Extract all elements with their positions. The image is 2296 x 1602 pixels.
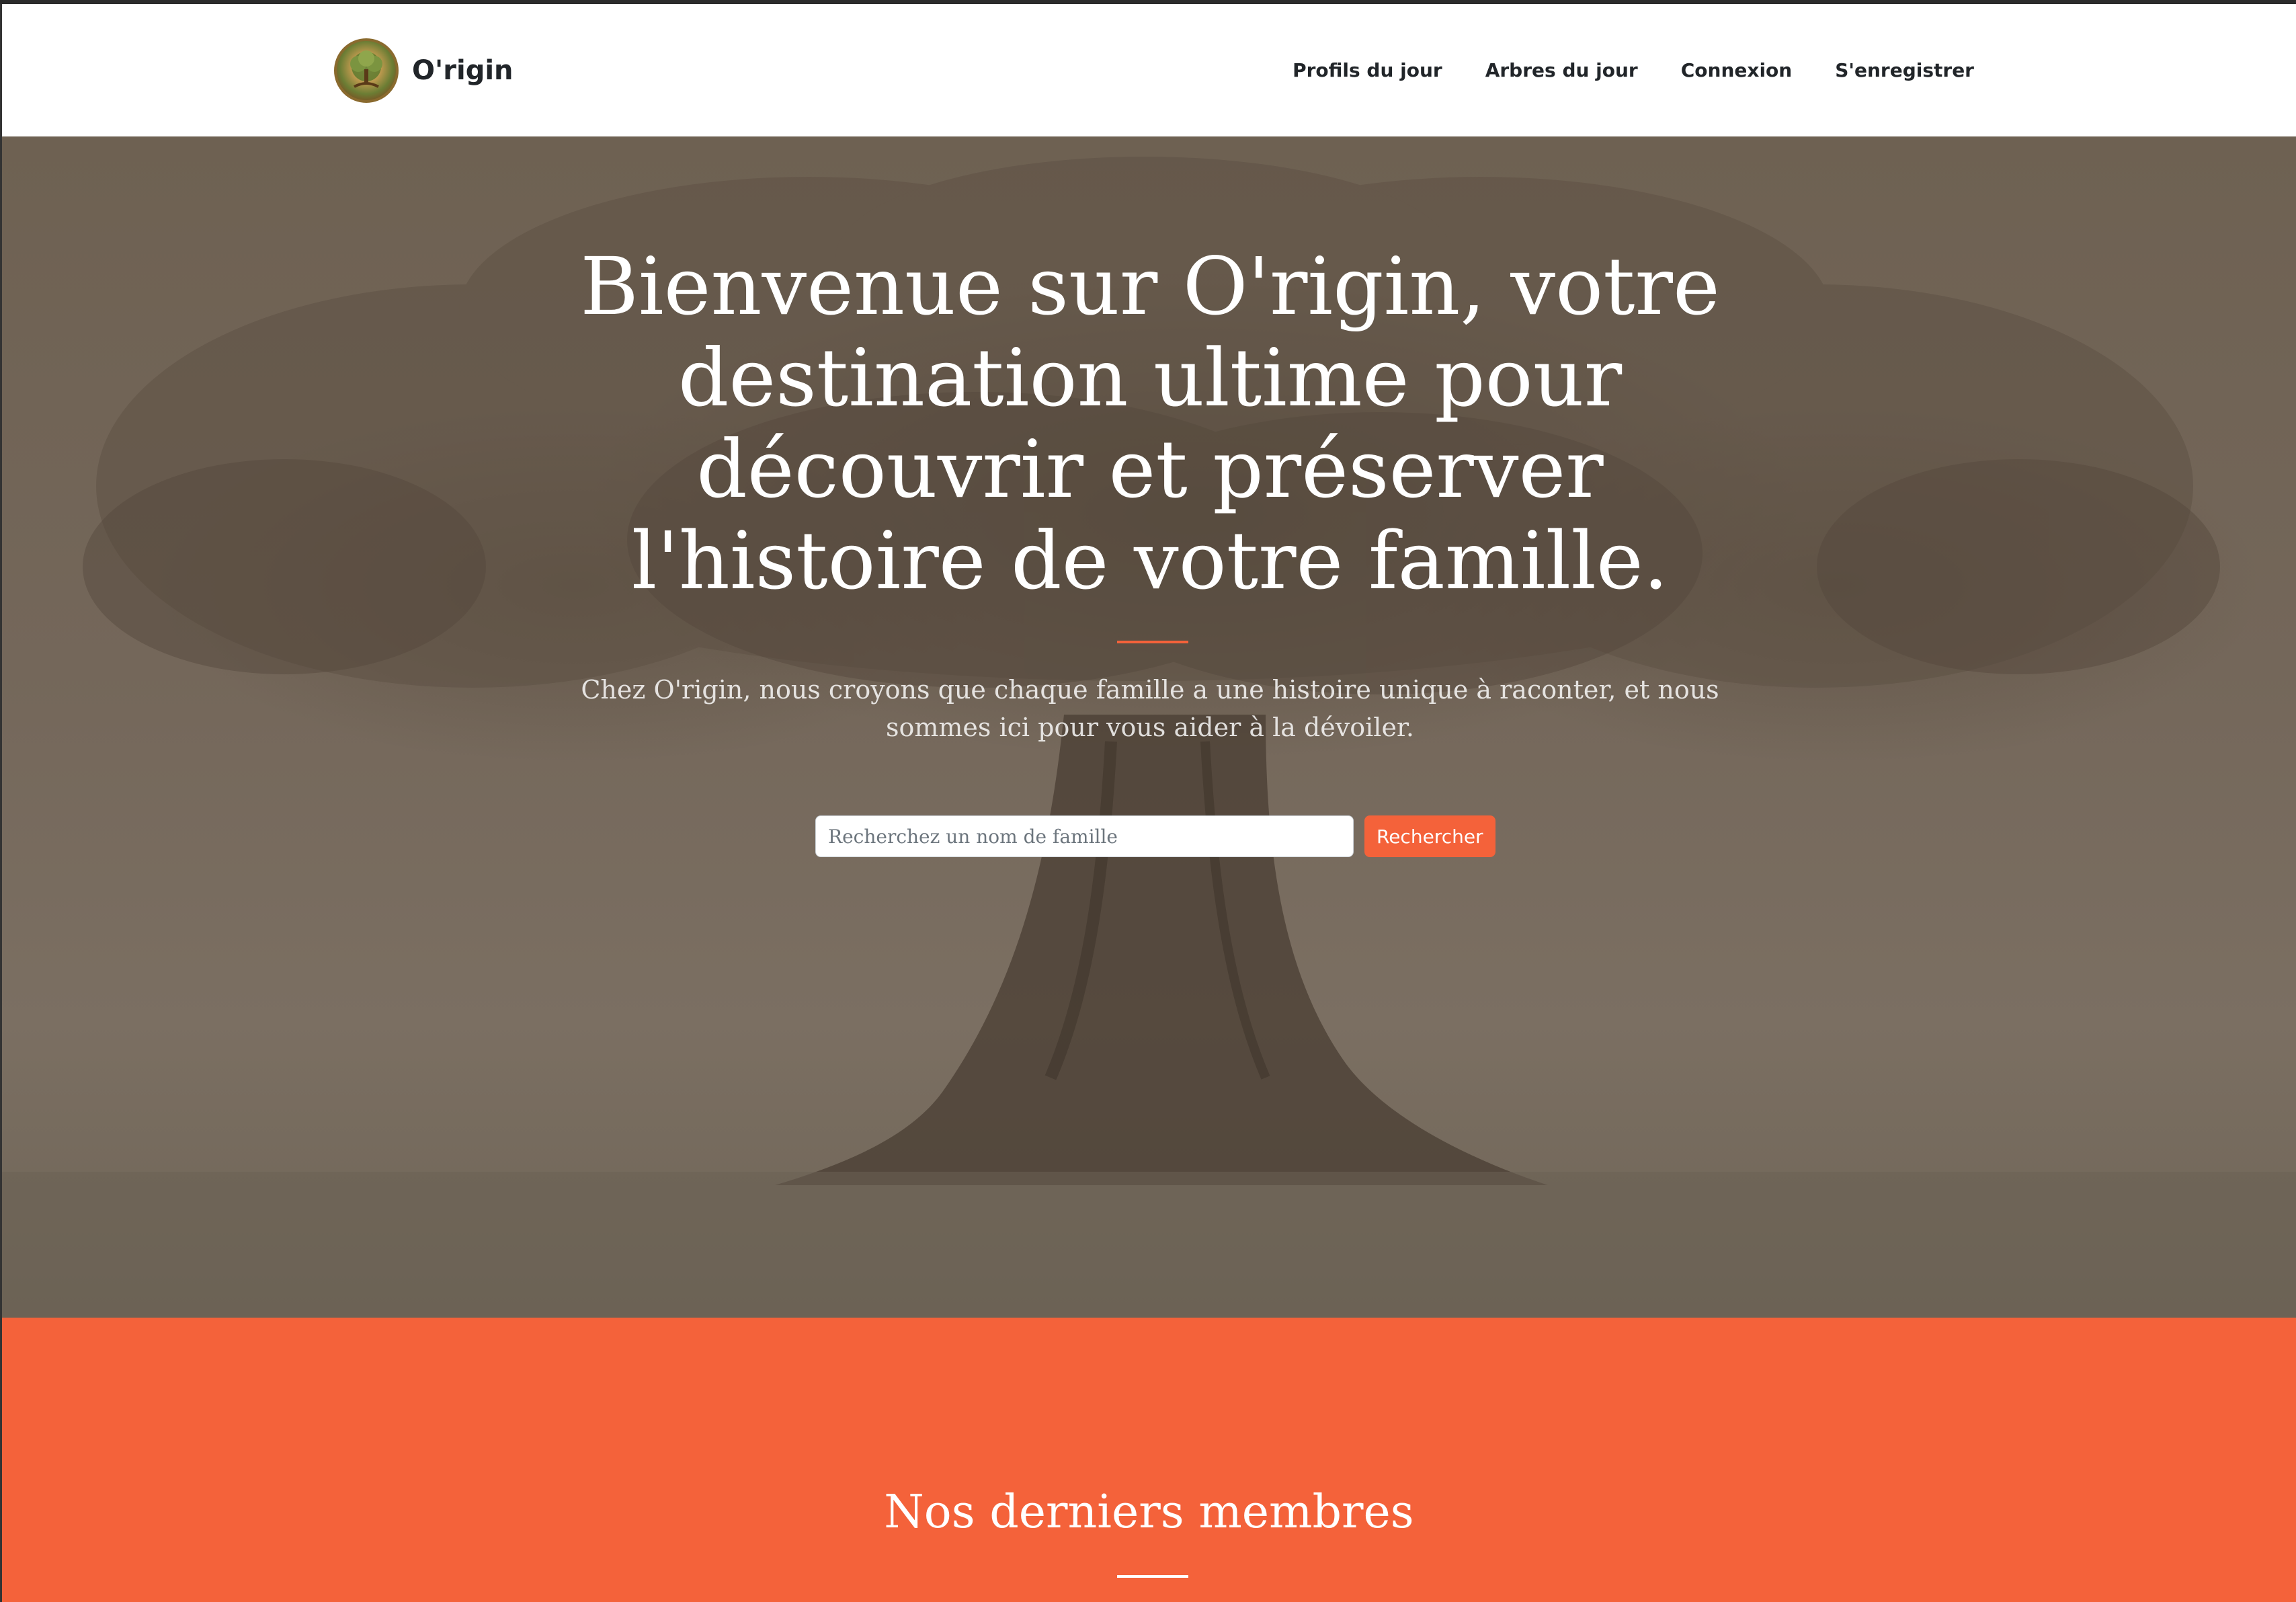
brand-link[interactable]: O'rigin (334, 38, 514, 103)
hero-subtitle-line: sommes ici pour vous aider à la dévoiler… (885, 713, 1414, 742)
tree-of-life-logo-icon (334, 38, 399, 103)
nav-link-connexion[interactable]: Connexion (1681, 59, 1792, 81)
nav-link-profils-du-jour[interactable]: Profils du jour (1293, 59, 1442, 81)
page: O'rigin Profils du jour Arbres du jour C… (0, 4, 2296, 1602)
latest-members-divider (1117, 1575, 1188, 1578)
nav-links: Profils du jour Arbres du jour Connexion… (1293, 4, 1974, 136)
hero-section: Bienvenue sur O'rigin, votre destination… (2, 136, 2296, 1318)
hero-title: Bienvenue sur O'rigin, votre destination… (579, 241, 1721, 606)
navbar: O'rigin Profils du jour Arbres du jour C… (2, 4, 2296, 136)
nav-link-arbres-du-jour[interactable]: Arbres du jour (1485, 59, 1638, 81)
latest-members-title: Nos derniers membres (884, 1486, 1414, 1539)
hero-title-line: Bienvenue sur O'rigin, votre (580, 240, 1720, 333)
hero-title-line: l'histoire de votre famille. (631, 514, 1669, 607)
search-button[interactable]: Rechercher (1364, 815, 1495, 857)
brand-name: O'rigin (412, 55, 514, 86)
hero-title-line: découvrir et préserver (696, 423, 1604, 516)
hero-subtitle: Chez O'rigin, nous croyons que chaque fa… (579, 671, 1721, 746)
hero-divider (1117, 641, 1188, 643)
family-name-search-input[interactable] (815, 815, 1354, 857)
family-search-form: Rechercher (815, 815, 1495, 857)
hero-subtitle-line: Chez O'rigin, nous croyons que chaque fa… (581, 675, 1719, 705)
hero-title-line: destination ultime pour (678, 331, 1623, 424)
nav-link-senregistrer[interactable]: S'enregistrer (1835, 59, 1974, 81)
latest-members-section: Nos derniers membres (2, 1318, 2296, 1602)
